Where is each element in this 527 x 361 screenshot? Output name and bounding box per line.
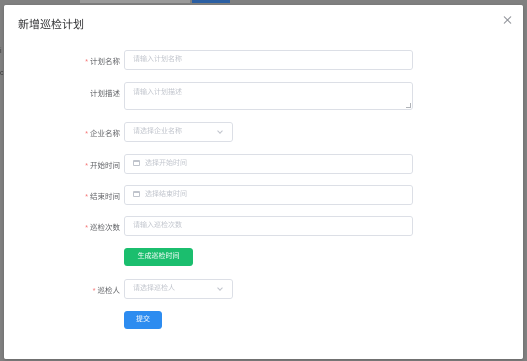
generate-inspection-time-button[interactable]: 生成巡检时间 bbox=[124, 248, 193, 266]
required-mark: * bbox=[85, 57, 88, 66]
start-time-picker[interactable]: 选择开始时间 bbox=[124, 154, 413, 174]
inspector-label: * 巡检人 bbox=[92, 286, 120, 295]
inspection-count-placeholder: 请输入巡检次数 bbox=[133, 222, 182, 229]
chevron-down-icon bbox=[217, 285, 223, 291]
background-text: i bbox=[0, 48, 2, 55]
calendar-icon bbox=[133, 160, 140, 166]
inspection-count-label: * 巡检次数 bbox=[85, 223, 120, 232]
company-placeholder: 请选择企业名称 bbox=[133, 128, 182, 135]
inspection-count-input[interactable]: 请输入巡检次数 bbox=[124, 216, 413, 236]
end-time-label: * 结束时间 bbox=[85, 192, 120, 201]
end-time-picker[interactable]: 选择结束时间 bbox=[124, 185, 413, 205]
close-icon[interactable] bbox=[503, 15, 513, 25]
dialog-title: 新增巡检计划 bbox=[18, 19, 84, 31]
plan-description-placeholder: 请输入计划描述 bbox=[133, 89, 182, 96]
start-time-placeholder: 选择开始时间 bbox=[145, 160, 187, 167]
inspector-select[interactable]: 请选择巡检人 bbox=[124, 279, 233, 299]
chevron-down-icon bbox=[217, 128, 223, 134]
end-time-placeholder: 选择结束时间 bbox=[145, 191, 187, 198]
company-select[interactable]: 请选择企业名称 bbox=[124, 122, 233, 142]
plan-description-label: 计划描述 bbox=[90, 89, 120, 98]
resize-handle-icon[interactable] bbox=[406, 103, 411, 108]
calendar-icon bbox=[133, 191, 140, 197]
plan-name-input[interactable]: 请输入计划名称 bbox=[124, 50, 413, 70]
company-name-label: * 企业名称 bbox=[85, 129, 120, 138]
plan-description-textarea[interactable]: 请输入计划描述 bbox=[124, 82, 413, 110]
submit-button[interactable]: 提交 bbox=[124, 311, 162, 329]
background-text: c bbox=[0, 70, 4, 77]
plan-name-label: * 计划名称 bbox=[85, 57, 120, 66]
start-time-label: * 开始时间 bbox=[85, 161, 120, 170]
background-toolbar-strip bbox=[80, 0, 190, 3]
add-inspection-plan-dialog: 新增巡检计划 * 计划名称 请输入计划名称 计划描述 请输入计划描述 * 企业名称 … bbox=[4, 5, 523, 359]
inspector-placeholder: 请选择巡检人 bbox=[133, 285, 175, 292]
background-button-strip bbox=[192, 0, 230, 3]
plan-name-placeholder: 请输入计划名称 bbox=[133, 56, 182, 63]
